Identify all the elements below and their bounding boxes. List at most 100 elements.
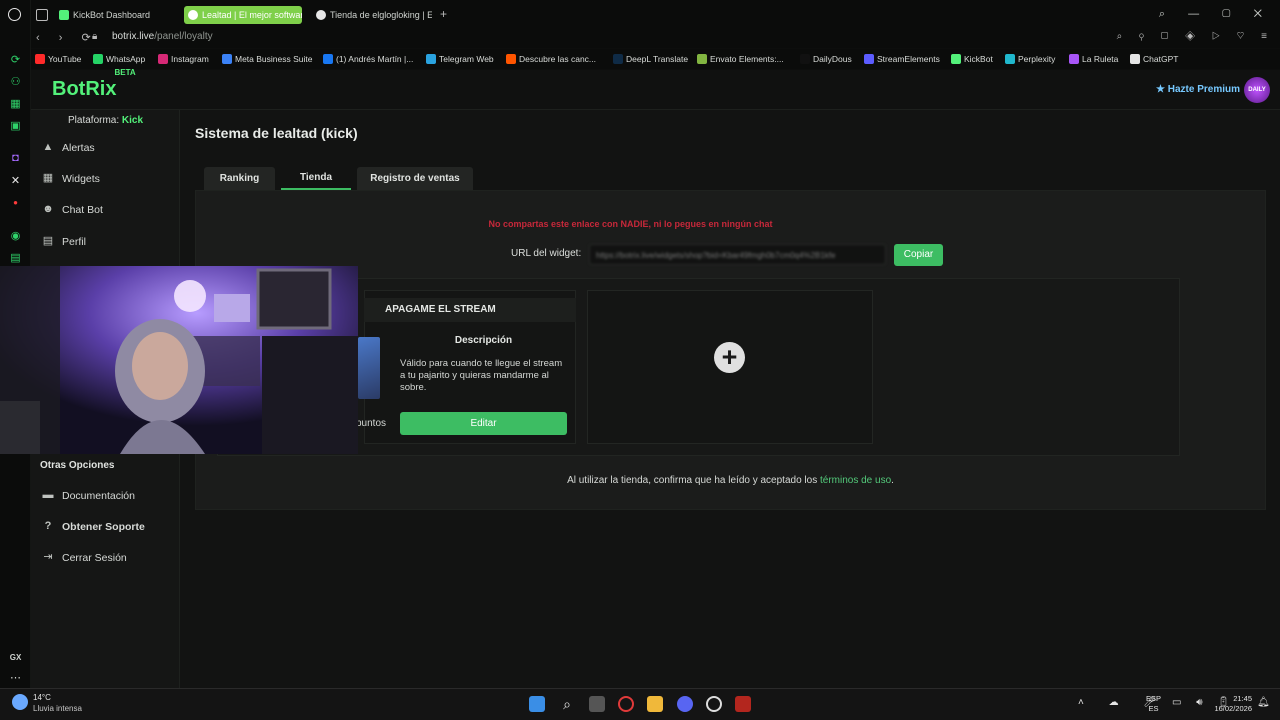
bookmark-item[interactable]: Instagram xyxy=(158,54,209,64)
sidebar-item-perfil[interactable]: ▤ Perfil xyxy=(40,235,86,248)
tab-loyalty[interactable]: Lealtad | El mejor softwar xyxy=(184,6,302,24)
bookmark-item[interactable]: (1) Andrés Martín |... xyxy=(323,54,413,64)
tab-tienda[interactable]: Tienda xyxy=(281,166,351,190)
beta-badge: BETA xyxy=(114,68,136,78)
opera-gx-icon[interactable] xyxy=(618,696,634,712)
player-icon[interactable]: ◉ xyxy=(8,229,23,244)
bookmark-item[interactable]: La Ruleta xyxy=(1069,54,1118,64)
tab-label: KickBot Dashboard xyxy=(73,10,151,20)
tab-shop[interactable]: Tienda de elglogloking | El xyxy=(312,6,432,24)
sidebar-item-label: Widgets xyxy=(62,173,100,185)
robot-icon: ☻ xyxy=(42,203,54,215)
wallet-icon[interactable]: ▤ xyxy=(8,251,23,266)
bookmark-item[interactable]: Telegram Web xyxy=(426,54,494,64)
bookmark-icon xyxy=(1069,54,1079,64)
tab-registro-ventas[interactable]: Registro de ventas xyxy=(357,167,473,191)
bookmark-item[interactable]: Envato Elements:... xyxy=(697,54,784,64)
sidebar-item-chat-bot[interactable]: ☻ Chat Bot xyxy=(40,203,103,216)
address-bar: ‹ › ⟳ 🔒︎ ⌕ ⚲ ▢ ◈ ▷ ♡ ≡ xyxy=(31,30,1280,48)
item-description: Válido para cuando te llegue el stream a… xyxy=(400,358,563,393)
app-icon[interactable] xyxy=(735,696,751,712)
notification-icon[interactable]: 🔔︎ xyxy=(1257,697,1270,708)
sidebar-item-label: Documentación xyxy=(62,490,135,502)
bookmark-item[interactable]: Descubre las canc... xyxy=(506,54,596,64)
sidebar-item-documentacion[interactable]: ▬ Documentación xyxy=(40,489,135,502)
opera-icon[interactable] xyxy=(8,8,21,21)
bookmark-item[interactable]: Perplexity xyxy=(1005,54,1055,64)
weather-temp: 14°C xyxy=(33,693,51,702)
search-icon[interactable]: ⌕ xyxy=(559,696,575,712)
sidebar-item-label: Cerrar Sesión xyxy=(62,552,127,564)
platform-label: Plataforma: xyxy=(68,115,120,126)
window-controls[interactable]: ⌕ — ▢ ✕ xyxy=(1159,8,1272,21)
x-icon[interactable]: ✕ xyxy=(8,174,23,189)
sidebar-item-widgets[interactable]: ▦ Widgets xyxy=(40,172,100,185)
file-explorer-icon[interactable] xyxy=(647,696,663,712)
bookmark-label: DailyDous xyxy=(813,54,852,64)
chatgpt-icon[interactable] xyxy=(706,696,722,712)
item-description-label: Descripción xyxy=(454,335,513,346)
refresh-rail-icon[interactable]: ⟳ xyxy=(8,53,23,68)
weather-icon[interactable] xyxy=(12,694,28,710)
clock[interactable]: 21:45 16/02/2026 xyxy=(1208,694,1252,714)
bookmark-item[interactable]: ChatGPT xyxy=(1130,54,1178,64)
address-actions[interactable]: ⌕ ⚲ ▢ ◈ ▷ ♡ ≡ xyxy=(1117,31,1274,42)
bookmark-icon xyxy=(35,54,45,64)
tab-bar: KickBot Dashboard Lealtad | El mejor sof… xyxy=(31,0,1280,30)
discord-icon[interactable] xyxy=(677,696,693,712)
premium-button[interactable]: ★ Hazte Premium xyxy=(1156,84,1240,95)
nav-buttons[interactable]: ‹ › ⟳ xyxy=(36,31,99,44)
add-icon[interactable]: + xyxy=(714,342,745,373)
workspace-icon[interactable]: ▣ xyxy=(8,119,23,134)
task-view-icon[interactable] xyxy=(589,696,605,712)
sidebar-item-label: Perfil xyxy=(62,236,86,248)
bookmark-icon xyxy=(697,54,707,64)
bookmark-item[interactable]: WhatsApp xyxy=(93,54,145,64)
botrix-icon xyxy=(188,10,198,20)
workspace-switch-icon[interactable] xyxy=(36,9,48,21)
sidebar-item-label: Obtener Soporte xyxy=(62,521,145,533)
bookmark-item[interactable]: KickBot xyxy=(951,54,993,64)
clock-time: 21:45 xyxy=(1233,694,1252,703)
bookmark-item[interactable]: YouTube xyxy=(35,54,81,64)
bookmark-icon xyxy=(1130,54,1140,64)
new-tab-button[interactable]: + xyxy=(440,7,447,21)
bookmark-item[interactable]: DailyDous xyxy=(800,54,852,64)
url-field[interactable]: botrix.live/panel/loyalty xyxy=(112,31,213,42)
bookmark-icon xyxy=(323,54,333,64)
start-icon[interactable] xyxy=(529,696,545,712)
botrix-logo[interactable]: BotRixBETA xyxy=(52,68,138,101)
terms-link[interactable]: términos de uso xyxy=(820,475,891,486)
edit-button[interactable]: Editar xyxy=(400,412,567,435)
lock-icon: 🔒︎ xyxy=(92,31,98,42)
bookmark-item[interactable]: Meta Business Suite xyxy=(222,54,312,64)
gallery-icon[interactable]: ▦ xyxy=(8,97,23,112)
tab-ranking[interactable]: Ranking xyxy=(204,167,275,191)
widget-url-input[interactable]: https://botrix.live/widgets/shop?bid=Kba… xyxy=(589,244,886,265)
bookmark-icon xyxy=(800,54,810,64)
avatar[interactable]: DAILY xyxy=(1244,77,1270,103)
bookmark-label: La Ruleta xyxy=(1082,54,1119,64)
bookmark-label: KickBot xyxy=(964,54,993,64)
logout-icon: ⇥ xyxy=(43,551,53,563)
extension-icon[interactable]: ⚇ xyxy=(8,75,23,90)
sidebar-item-cerrar-sesion[interactable]: ⇥ Cerrar Sesión xyxy=(40,551,127,564)
twitch-icon[interactable]: ◘ xyxy=(8,151,23,166)
bookmark-item[interactable]: StreamElements xyxy=(864,54,940,64)
bookmark-icon xyxy=(1005,54,1015,64)
more-icon[interactable]: ⋯ xyxy=(8,671,23,686)
sidebar-item-alertas[interactable]: ▲ Alertas xyxy=(40,141,95,154)
language-indicator[interactable]: ESP ES xyxy=(1146,694,1161,714)
platform-indicator: Plataforma: Kick xyxy=(68,115,143,126)
bookmark-item[interactable]: DeepL Translate xyxy=(613,54,688,64)
platform-value: Kick xyxy=(121,115,144,126)
terms-notice: Al utilizar la tienda, confirma que ha l… xyxy=(195,475,1266,486)
sidebar-item-soporte[interactable]: ? Obtener Soporte xyxy=(40,520,145,533)
copy-button[interactable]: Copiar xyxy=(894,244,943,266)
record-icon[interactable]: ● xyxy=(8,195,23,210)
gx-icon[interactable]: GX xyxy=(8,650,23,665)
terms-end: . xyxy=(891,475,894,486)
bookmark-label: DeepL Translate xyxy=(626,54,689,64)
star-icon: ★ xyxy=(1156,84,1168,95)
tab-kickbot[interactable]: KickBot Dashboard xyxy=(55,6,180,24)
